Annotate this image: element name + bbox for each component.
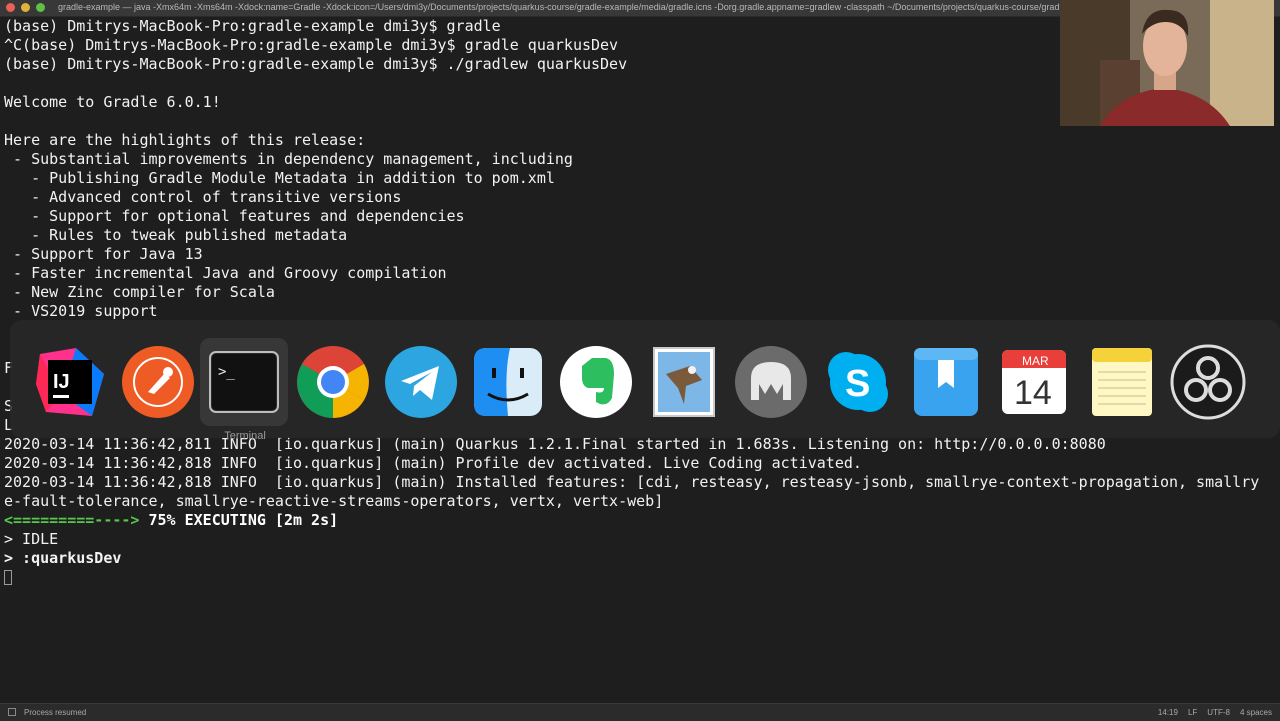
terminal-line: 2020-03-14 11:36:42,818 INFO [io.quarkus… <box>4 473 1260 491</box>
dock-app-terminal[interactable]: >_ <box>206 344 282 420</box>
terminal-line: (base) Dmitrys-MacBook-Pro:gradle-exampl… <box>4 17 501 35</box>
status-line-ending[interactable]: LF <box>1188 708 1197 717</box>
terminal-line: (base) Dmitrys-MacBook-Pro:gradle-exampl… <box>4 55 628 73</box>
terminal-line: Here are the highlights of this release: <box>4 131 366 149</box>
dock-app-bookmarks[interactable] <box>908 344 984 420</box>
window-title: gradle-example — java -Xmx64m -Xms64m -X… <box>58 2 1111 12</box>
calendar-icon: MAR 14 <box>1002 350 1066 414</box>
dock-tooltip: Terminal <box>224 430 266 442</box>
terminal-cursor <box>4 570 12 585</box>
dock-app-telegram[interactable] <box>383 344 459 420</box>
dock-app-mail[interactable] <box>646 344 722 420</box>
dock-app-intellij[interactable]: IJ <box>32 344 108 420</box>
dock-app-finder[interactable] <box>470 344 546 420</box>
terminal-line: - Advanced control of transitive version… <box>4 188 402 206</box>
terminal-line: e-fault-tolerance, smallrye-reactive-str… <box>4 492 664 510</box>
intellij-icon: IJ <box>36 348 104 416</box>
minimize-window-button[interactable] <box>21 3 30 12</box>
idle-line: > IDLE <box>4 530 59 548</box>
skype-icon: S <box>828 352 888 412</box>
terminal-line: Welcome to Gradle 6.0.1! <box>4 93 221 111</box>
obs-icon <box>1170 344 1246 420</box>
mail-icon <box>653 347 715 417</box>
dock-app-skype[interactable]: S <box>820 344 896 420</box>
chrome-icon <box>297 346 369 418</box>
notes-icon <box>1092 348 1152 416</box>
progress-bar: <=========----> <box>4 511 140 529</box>
webcam-overlay <box>1060 0 1274 126</box>
intellij-label: IJ <box>53 371 70 393</box>
terminal-line: - Publishing Gradle Module Metadata in a… <box>4 169 555 187</box>
bookmark-icon <box>914 348 978 416</box>
status-indent[interactable]: 4 spaces <box>1240 708 1272 717</box>
finder-icon <box>474 348 542 416</box>
status-bar: Process resumed 14:19 LF UTF-8 4 spaces <box>0 703 1280 721</box>
skype-label: S <box>845 363 870 405</box>
terminal-line: - New Zinc compiler for Scala <box>4 283 275 301</box>
status-encoding[interactable]: UTF-8 <box>1207 708 1230 717</box>
terminal-line: - Substantial improvements in dependency… <box>4 150 573 168</box>
close-window-button[interactable] <box>6 3 15 12</box>
dock-app-obs[interactable] <box>1170 344 1246 420</box>
dock-app-postman[interactable] <box>120 344 196 420</box>
terminal-prompt-label: >_ <box>218 364 235 380</box>
terminal-line: 2020-03-14 11:36:42,818 INFO [io.quarkus… <box>4 454 862 472</box>
dock-app-chrome[interactable] <box>295 344 371 420</box>
build-progress-line: <=========----> 75% EXECUTING [2m 2s] <box>4 511 338 530</box>
person-image <box>1060 0 1274 126</box>
terminal-line: - Faster incremental Java and Groovy com… <box>4 264 447 282</box>
status-right-group: 14:19 LF UTF-8 4 spaces <box>1158 708 1272 717</box>
terminal-line: - Support for Java 13 <box>4 245 203 263</box>
progress-text: 75% EXECUTING [2m 2s] <box>139 511 339 529</box>
calendar-day: 14 <box>1014 374 1052 412</box>
terminal-line: ^C(base) Dmitrys-MacBook-Pro:gradle-exam… <box>4 36 619 54</box>
status-text: Process resumed <box>24 708 87 717</box>
terminal-line: - VS2019 support <box>4 302 158 320</box>
sequel-pro-icon <box>735 346 807 418</box>
postman-icon <box>122 346 194 418</box>
task-line: > :quarkusDev <box>4 549 122 567</box>
maximize-window-button[interactable] <box>36 3 45 12</box>
terminal-line: - Rules to tweak published metadata <box>4 226 348 244</box>
telegram-icon <box>385 346 457 418</box>
terminal-icon: >_ <box>209 351 279 413</box>
status-position[interactable]: 14:19 <box>1158 708 1178 717</box>
dock-app-calendar[interactable]: MAR 14 <box>996 344 1072 420</box>
terminal-line: - Support for optional features and depe… <box>4 207 465 225</box>
dock-app-evernote[interactable] <box>558 344 634 420</box>
status-toggle-icon[interactable] <box>8 708 16 716</box>
calendar-month: MAR <box>1022 354 1049 368</box>
dock-app-notes[interactable] <box>1084 344 1160 420</box>
evernote-icon <box>560 346 632 418</box>
dock-app-sequel-pro[interactable] <box>733 344 809 420</box>
